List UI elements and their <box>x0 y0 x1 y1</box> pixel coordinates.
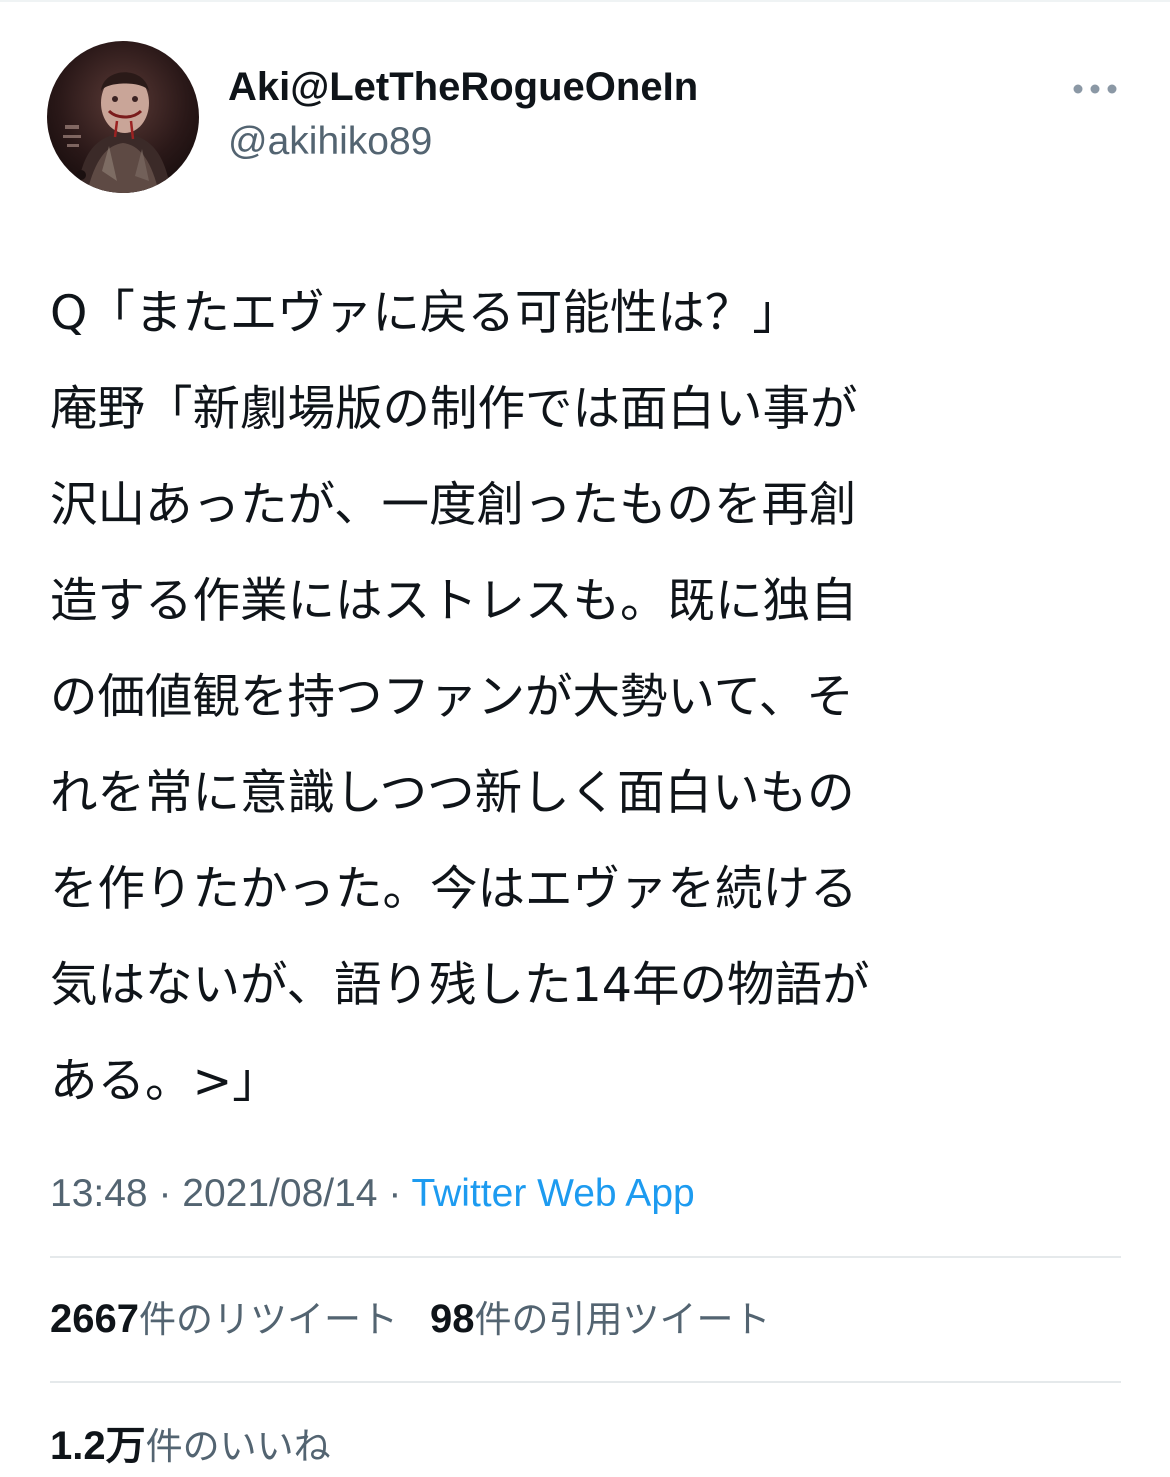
more-horizontal-icon <box>1073 84 1117 94</box>
likes-stat[interactable]: 1.2万 件のいいね <box>50 1413 331 1471</box>
retweets-stat[interactable]: 2667 件のリツイート <box>50 1289 398 1343</box>
quotes-stat[interactable]: 98 件の引用ツイート <box>430 1289 771 1343</box>
retweets-label: 件のリツイート <box>138 1298 398 1341</box>
tweet-date[interactable]: 2021/08/14 <box>182 1172 377 1215</box>
more-options-button[interactable] <box>1066 72 1124 106</box>
retweets-count: 2667 <box>50 1297 139 1341</box>
stats-row: 2667 件のリツイート 98 件の引用ツイート <box>50 1290 802 1342</box>
meta-separator: · <box>377 1172 412 1215</box>
avatar[interactable] <box>47 41 199 193</box>
meta-separator: · <box>147 1172 183 1215</box>
likes-row: 1.2万 件のいいね <box>50 1416 363 1468</box>
stats-divider-top <box>50 1256 1121 1258</box>
quotes-count: 98 <box>429 1297 475 1341</box>
author-handle[interactable]: @akihiko89 <box>228 118 432 166</box>
tweet-time[interactable]: 13:48 <box>50 1172 148 1215</box>
likes-label: 件のいいね <box>145 1425 331 1468</box>
top-divider <box>0 0 1170 2</box>
quotes-label: 件の引用ツイート <box>474 1298 771 1341</box>
tweet-meta: 13:48 · 2021/08/14 · Twitter Web App <box>50 1168 695 1220</box>
likes-count: 1.2万 <box>50 1424 146 1468</box>
tweet-text: Q「またエヴァに戻る可能性は？」 庵野「新劇場版の制作では面白い事が 沢山あった… <box>50 286 870 1109</box>
avatar-image <box>47 41 199 193</box>
stats-divider-bottom <box>50 1381 1121 1383</box>
tweet-source-link[interactable]: Twitter Web App <box>411 1172 694 1215</box>
author-display-name[interactable]: Aki@LetTheRogueOneIn <box>228 62 698 112</box>
